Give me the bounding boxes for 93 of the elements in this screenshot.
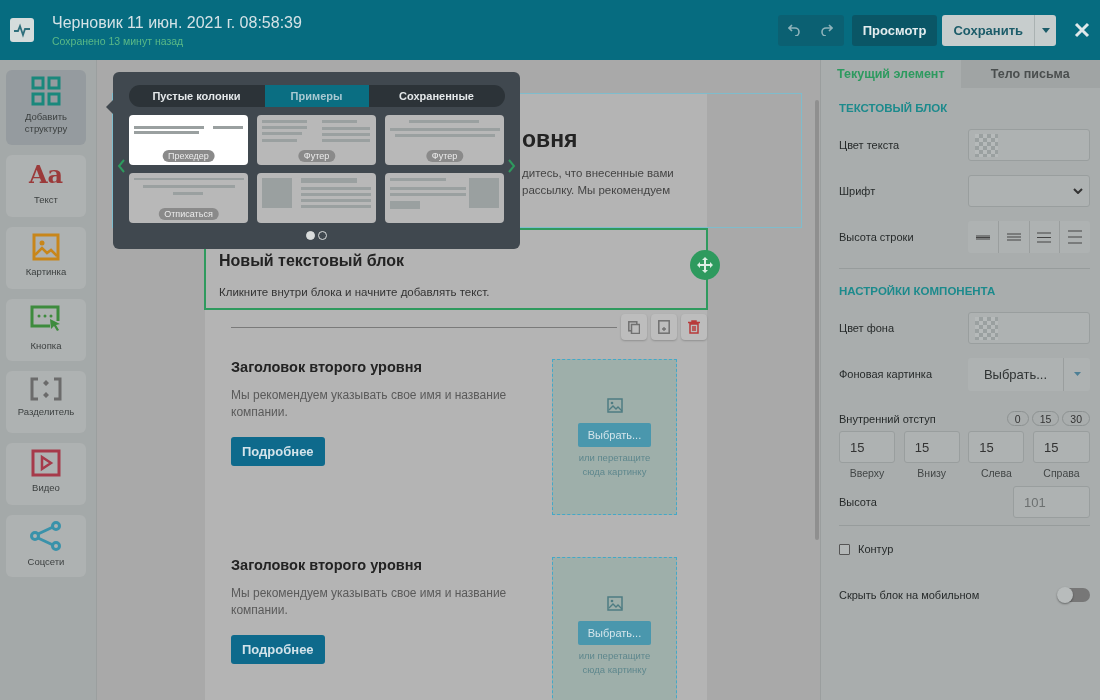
block-tool[interactable]: Aa Текст — [6, 155, 86, 217]
divider-icon — [30, 377, 62, 401]
field-label: Высота строки — [839, 231, 914, 243]
save-block-button[interactable] — [651, 314, 677, 340]
color-picker-field[interactable] — [968, 129, 1090, 161]
preview-button[interactable]: Просмотр — [851, 14, 938, 46]
section-heading: Заголовок второго уровня — [231, 359, 422, 375]
picture-icon — [32, 233, 60, 261]
padding-input[interactable]: 15 — [839, 431, 895, 463]
move-handle[interactable] — [690, 250, 720, 280]
copy-icon — [628, 320, 640, 334]
template-card[interactable] — [385, 173, 504, 223]
line-spacing-icon — [975, 234, 990, 240]
line-spacing-icon — [1006, 233, 1021, 241]
next-arrow[interactable] — [508, 159, 516, 173]
height-input[interactable]: 101 — [1013, 486, 1090, 518]
redo-icon — [821, 24, 834, 36]
section-title: НАСТРОЙКИ КОМПОНЕНТА — [839, 284, 997, 299]
grid-icon — [31, 76, 61, 106]
popup-tab[interactable]: Сохраненные — [368, 85, 505, 107]
template-card[interactable]: Прехедер — [129, 115, 248, 165]
field-label: Фоновая картинка — [839, 368, 932, 380]
delete-button[interactable] — [681, 314, 707, 340]
block-heading: Новый текстовый блок — [219, 252, 405, 270]
draft-title: Черновик 11 июн. 2021 г. 08:58:39 — [52, 13, 302, 32]
email-heading: овня — [522, 126, 579, 153]
section-heading: Заголовок второго уровня — [231, 557, 422, 573]
field-label: Контур — [858, 543, 894, 555]
block-tool[interactable]: Видео — [6, 443, 86, 505]
font-select[interactable] — [968, 175, 1090, 207]
trash-icon — [688, 320, 700, 334]
block-tool[interactable]: Соцсети — [6, 515, 86, 577]
more-button[interactable]: Подробнее — [231, 635, 325, 664]
close-button[interactable] — [1074, 22, 1090, 38]
field-label: Шрифт — [839, 185, 876, 197]
share-icon — [30, 521, 62, 551]
add-page-icon — [658, 320, 670, 334]
popup-tab[interactable]: Примеры — [264, 85, 369, 107]
move-icon — [696, 256, 714, 274]
close-icon — [1074, 22, 1090, 38]
undo-icon — [788, 24, 801, 36]
drop-hint: или перетащите сюда картинку — [577, 649, 652, 677]
email-text-line: рассылку. Мы рекомендуем — [522, 183, 672, 198]
email-text-line: дитесь, что внесенные вами — [522, 166, 675, 181]
padding-input[interactable]: 15 — [968, 431, 1025, 463]
input-caption: Слева — [980, 467, 1012, 479]
transparent-swatch-icon — [975, 316, 998, 340]
caret-down-icon — [1073, 372, 1081, 376]
field-label: Внутренний отступ — [839, 412, 936, 425]
outline-checkbox[interactable] — [839, 543, 850, 555]
block-text: Кликните внутри блока и начните добавлять текст. — [219, 286, 490, 298]
padding-input[interactable]: 15 — [1032, 431, 1090, 463]
section-title: ТЕКСТОВЫЙ БЛОК — [839, 101, 949, 116]
template-card[interactable]: Футер — [385, 115, 504, 165]
saved-note: Сохранено 13 минут назад — [52, 34, 185, 47]
app-logo-icon — [10, 18, 34, 42]
transparent-swatch-icon — [975, 133, 998, 157]
copy-button[interactable] — [621, 314, 647, 340]
chevron-right-icon — [508, 159, 516, 173]
color-picker-field[interactable] — [968, 312, 1090, 344]
picture-icon — [606, 398, 623, 413]
chevron-down-icon — [1073, 188, 1083, 194]
drop-hint: или перетащите сюда картинку — [577, 451, 652, 479]
field-label: Скрыть блок на мобильном — [839, 589, 980, 601]
block-tool[interactable]: Разделитель — [6, 371, 86, 433]
panel-tab[interactable]: Тело письма — [960, 60, 1100, 88]
chevron-left-icon — [117, 159, 125, 173]
play-icon — [31, 449, 61, 477]
field-label: Высота — [839, 496, 877, 508]
picture-icon — [606, 596, 623, 611]
input-caption: Справа — [1043, 467, 1080, 479]
template-card[interactable]: Отписаться — [129, 173, 248, 223]
section-text: Мы рекомендуем указывать свое имя и название компании. — [231, 585, 508, 619]
more-button[interactable]: Подробнее — [231, 437, 325, 466]
line-spacing-icon — [1068, 230, 1083, 244]
page-dot[interactable] — [306, 231, 315, 240]
text-glyph-icon: Aa — [28, 161, 64, 189]
field-label: Цвет текста — [839, 139, 900, 151]
template-card[interactable] — [257, 173, 376, 223]
padding-input[interactable]: 15 — [903, 431, 960, 463]
popup-tab[interactable]: Пустые колонки — [128, 85, 265, 107]
template-card[interactable]: Футер — [257, 115, 376, 165]
toggle-switch[interactable] — [1058, 588, 1090, 602]
block-tool[interactable]: Кнопка — [6, 299, 86, 361]
input-caption: Внизу — [917, 467, 946, 479]
input-caption: Вверху — [849, 467, 885, 479]
field-label: Цвет фона — [839, 322, 895, 334]
section-text: Мы рекомендуем указывать свое имя и название компании. — [231, 387, 508, 421]
block-tool[interactable]: Добавить структуру — [6, 70, 86, 145]
block-tool[interactable]: Картинка — [6, 227, 86, 289]
previous-arrow[interactable] — [117, 159, 125, 173]
line-spacing-icon — [1037, 231, 1052, 243]
caret-down-icon — [1041, 27, 1050, 33]
